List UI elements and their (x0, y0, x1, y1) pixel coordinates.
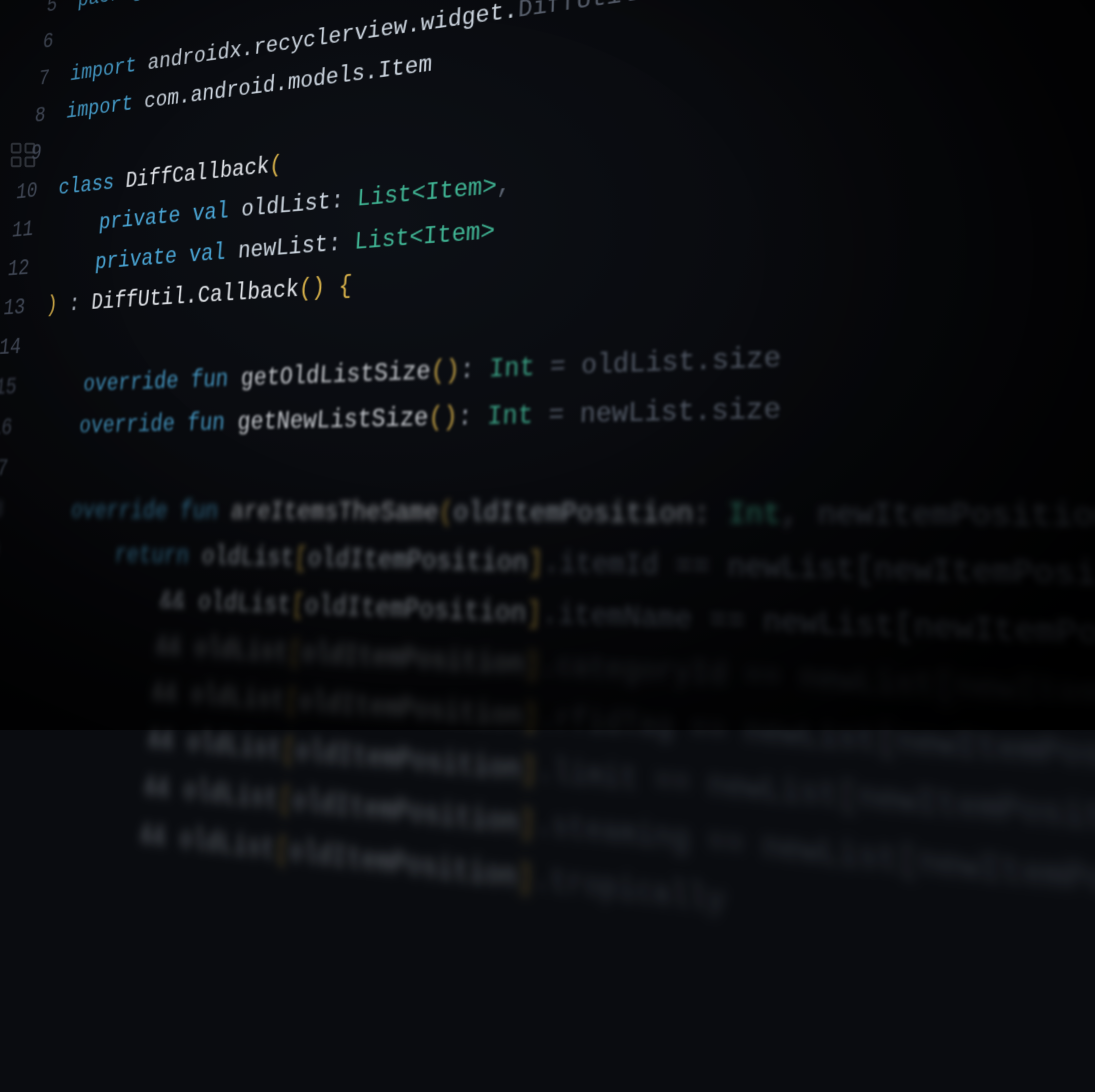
token-id: oldItemPosition (307, 545, 529, 581)
token-id (32, 414, 80, 442)
line-number: 15 (0, 367, 40, 410)
token-id: oldItemPosition (304, 592, 527, 632)
line-number: 21 (0, 616, 14, 663)
token-op: && (155, 633, 196, 665)
token-kw: override fun (78, 410, 226, 441)
token-gold: ) (45, 292, 70, 319)
token-id (1, 714, 149, 755)
line-number: 13 (0, 287, 48, 331)
token-op: : (330, 186, 358, 216)
token-id: oldList (186, 728, 283, 767)
token-kw: class (57, 171, 115, 202)
token-id: oldList (197, 588, 292, 621)
token-type: Int (489, 353, 535, 385)
line-number: 14 (0, 327, 44, 370)
token-id (15, 583, 161, 617)
token-type: List<Item> (356, 173, 497, 214)
token-gold: () { (298, 273, 353, 304)
token-op: : (459, 355, 490, 386)
token-id: newList (225, 231, 329, 266)
token-id: oldList (178, 824, 276, 867)
token-id (53, 211, 100, 240)
token-type: List<Item> (354, 218, 496, 257)
token-op: : (67, 291, 92, 318)
editor-viewport: 5package com.android.modules67import and… (0, 0, 1095, 730)
line-number: 11 (0, 209, 56, 254)
token-op: : (457, 402, 488, 433)
code-content[interactable] (29, 465, 1095, 475)
token-fn: getOldListSize (227, 358, 431, 394)
token-op: && (151, 679, 192, 712)
token-id: oldList (228, 189, 332, 225)
token-fn: areItemsTheSame (217, 498, 439, 529)
token-gold: ] (518, 807, 535, 843)
token-type: Int (487, 401, 534, 433)
token-id (0, 759, 146, 803)
token-dim: , newItemPosition: Int) = (781, 499, 1095, 539)
token-dim: , (496, 172, 512, 202)
token-id: oldItemPosition (298, 688, 524, 735)
token-kw: override fun (70, 498, 219, 527)
token-id (24, 498, 73, 526)
token-gold: () (428, 403, 459, 434)
token-op: && (147, 725, 188, 759)
token-gold: () (430, 357, 460, 388)
token-dim: .tropically (533, 863, 725, 921)
token-dim: = newList.size (532, 394, 781, 432)
token-id (11, 626, 158, 662)
token-id (49, 251, 96, 280)
token-gold: ] (526, 599, 543, 632)
token-id (6, 670, 153, 709)
token-kw: override fun (82, 366, 229, 399)
line-number: 22 (0, 658, 10, 706)
token-op: : (693, 499, 728, 533)
token-kw: private val (94, 240, 227, 276)
token-kw: import (69, 54, 138, 88)
token-gold: ] (524, 650, 541, 684)
token-id: oldList (188, 543, 295, 575)
token-id: oldList (193, 634, 289, 669)
line-number: 16 (0, 408, 36, 450)
token-gold: ] (517, 861, 535, 898)
token-op: && (139, 820, 181, 856)
token-op: && (143, 772, 184, 807)
token-op: : (327, 229, 355, 259)
token-gold: ( (268, 152, 283, 180)
token-type: Int (728, 499, 781, 533)
token-id: oldList (182, 776, 279, 817)
token-id (37, 372, 85, 400)
token-op: && (159, 587, 200, 618)
line-number: 17 (0, 449, 32, 491)
token-fn: getNewListSize (224, 404, 429, 438)
token-gold: ] (527, 548, 544, 581)
token-gold: ] (520, 754, 537, 790)
code-editor[interactable]: 5package com.android.modules67import and… (0, 0, 1095, 1050)
token-id (0, 804, 142, 851)
token-kw: import (65, 92, 134, 125)
line-number: 12 (0, 248, 52, 292)
token-id: oldItemPosition (301, 639, 525, 682)
token-id: oldList (190, 681, 286, 718)
token-kw: return (113, 542, 190, 572)
token-dim: = oldList.size (534, 343, 781, 384)
token-id (19, 540, 115, 570)
token-kw: private val (98, 199, 230, 237)
token-id: oldItemPosition (453, 498, 694, 532)
token-fn: DiffUtil.Callback (90, 276, 300, 316)
token-gold: ] (522, 701, 539, 736)
